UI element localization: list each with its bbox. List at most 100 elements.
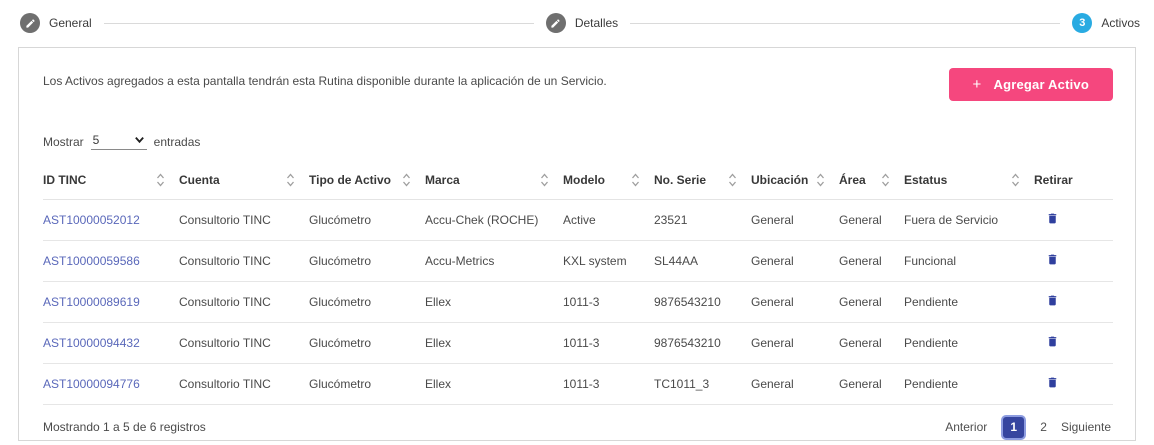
cell-cuenta: Consultorio TINC [179,240,309,282]
add-asset-button[interactable]: + Agregar Activo [948,68,1113,101]
cell-ubicacion: General [751,240,839,282]
cell-ubicacion: General [751,363,839,405]
cell-no-serie: 9876543210 [654,322,751,364]
cell-marca: Ellex [425,363,563,405]
cell-tipo-activo: Glucómetro [309,322,425,364]
cell-modelo: Active [563,199,654,241]
cell-id-tinc[interactable]: AST10000052012 [43,199,179,241]
cell-id-tinc[interactable]: AST10000089619 [43,281,179,323]
cell-tipo-activo: Glucómetro [309,363,425,405]
step-connector [103,22,534,24]
cell-marca: Accu-Chek (ROCHE) [425,199,563,241]
cell-modelo: 1011-3 [563,322,654,364]
table-row: AST10000059586 Consultorio TINC Glucómetro… [43,240,1113,282]
step-activos[interactable]: 3 Activos [1072,13,1140,33]
cell-marca: Ellex [425,322,563,364]
cell-tipo-activo: Glucómetro [309,281,425,323]
column-header-estatus[interactable]: Estatus [904,162,1034,200]
cell-cuenta: Consultorio TINC [179,199,309,241]
cell-no-serie: SL44AA [654,240,751,282]
cell-no-serie: TC1011_3 [654,363,751,405]
table-row: AST10000089619 Consultorio TINC Glucómetro… [43,281,1113,323]
assets-table: ID TINC Cuenta Tipo de Activo Marca Mode… [43,162,1113,405]
sort-icon [287,173,294,187]
pagination: Anterior 1 2 Siguiente [945,414,1111,440]
sort-icon [403,173,410,187]
add-asset-button-label: Agregar Activo [993,77,1089,92]
entries-select[interactable]: 5 [92,133,145,147]
cell-cuenta: Consultorio TINC [179,281,309,323]
trash-icon [1048,254,1057,264]
cell-area: General [839,281,904,323]
trash-icon [1048,377,1057,387]
cell-modelo: KXL system [563,240,654,282]
cell-cuenta: Consultorio TINC [179,322,309,364]
cell-estatus: Funcional [904,240,1034,282]
sort-icon [729,173,736,187]
delete-asset-button[interactable] [1034,281,1113,323]
cell-estatus: Fuera de Servicio [904,199,1034,241]
sort-icon [1012,173,1019,187]
pencil-icon [20,13,40,33]
column-header-modelo[interactable]: Modelo [563,162,654,200]
sort-icon [632,173,639,187]
plus-icon: + [972,76,982,93]
table-row: AST10000094776 Consultorio TINC Glucómetro… [43,363,1113,405]
cell-modelo: 1011-3 [563,363,654,405]
cell-marca: Ellex [425,281,563,323]
cell-id-tinc[interactable]: AST10000094432 [43,322,179,364]
cell-id-tinc[interactable]: AST10000094776 [43,363,179,405]
column-header-ubicacion[interactable]: Ubicación [751,162,839,200]
records-summary: Mostrando 1 a 5 de 6 registros [43,420,206,434]
cell-estatus: Pendiente [904,281,1034,323]
delete-asset-button[interactable] [1034,322,1113,364]
column-header-tipo-activo[interactable]: Tipo de Activo [309,162,425,200]
activos-panel: Los Activos agregados a esta pantalla te… [18,47,1136,441]
cell-tipo-activo: Glucómetro [309,240,425,282]
cell-ubicacion: General [751,281,839,323]
show-label: Mostrar [43,134,84,149]
column-header-cuenta[interactable]: Cuenta [179,162,309,200]
entries-label: entradas [153,134,201,149]
page-button-1[interactable]: 1 [1001,414,1027,440]
step-label-detalles: Detalles [574,16,619,30]
column-header-no-serie[interactable]: No. Serie [654,162,751,200]
delete-asset-button[interactable] [1034,199,1113,241]
column-header-retirar: Retirar [1034,162,1113,200]
cell-cuenta: Consultorio TINC [179,363,309,405]
cell-area: General [839,322,904,364]
column-header-marca[interactable]: Marca [425,162,563,200]
page-button-2[interactable]: 2 [1040,420,1047,434]
table-length-control: Mostrar 5 entradas [43,133,1111,150]
cell-tipo-activo: Glucómetro [309,199,425,241]
column-header-id-tinc[interactable]: ID TINC [43,162,179,200]
wizard-stepper: General Detalles 3 Activos [0,0,1154,46]
step-connector [630,22,1061,24]
next-page-button[interactable]: Siguiente [1061,420,1111,434]
cell-estatus: Pendiente [904,363,1034,405]
previous-page-button[interactable]: Anterior [945,420,987,434]
table-row: AST10000094432 Consultorio TINC Glucómetro… [43,322,1113,364]
step-detalles[interactable]: Detalles [545,13,619,33]
cell-id-tinc[interactable]: AST10000059586 [43,240,179,282]
table-header-row: ID TINC Cuenta Tipo de Activo Marca Mode… [43,162,1113,200]
cell-ubicacion: General [751,322,839,364]
cell-estatus: Pendiente [904,322,1034,364]
column-header-area[interactable]: Área [839,162,904,200]
step-label-activos: Activos [1101,16,1140,30]
sort-icon [541,173,548,187]
cell-ubicacion: General [751,199,839,241]
pencil-icon [545,13,566,33]
step-number-badge: 3 [1072,13,1093,33]
delete-asset-button[interactable] [1034,363,1113,405]
delete-asset-button[interactable] [1034,240,1113,282]
cell-area: General [839,240,904,282]
table-row: AST10000052012 Consultorio TINC Glucómetro… [43,199,1113,241]
cell-no-serie: 23521 [654,199,751,241]
cell-area: General [839,363,904,405]
trash-icon [1048,295,1057,305]
cell-marca: Accu-Metrics [425,240,563,282]
trash-icon [1048,336,1057,346]
step-general[interactable]: General [20,13,92,33]
sort-icon [157,173,164,187]
